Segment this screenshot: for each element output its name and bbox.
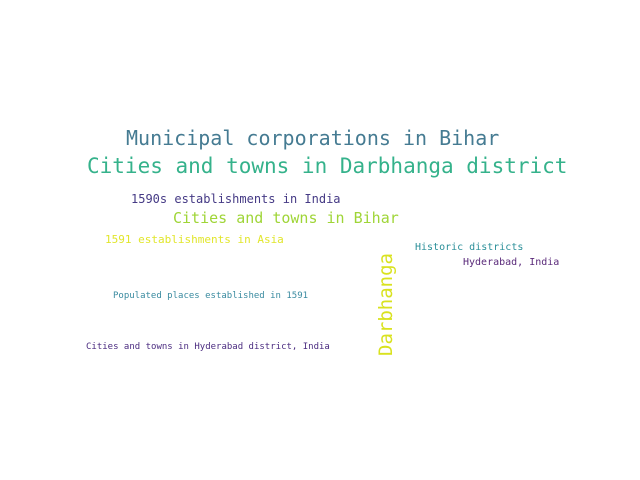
word-historic-districts: Historic districts (415, 242, 524, 253)
word-municipal-corporations-in-bihar: Municipal corporations in Bihar (126, 126, 500, 150)
word-populated-places-established-in-1591: Populated places established in 1591 (113, 291, 309, 301)
word-cities-and-towns-in-bihar: Cities and towns in Bihar (173, 209, 399, 227)
word-cities-and-towns-in-darbhanga-district: Cities and towns in Darbhanga district (87, 154, 568, 178)
word-1590s-establishments-in-india: 1590s establishments in India (131, 192, 341, 206)
word-1591-establishments-in-asia: 1591 establishments in Asia (105, 233, 284, 246)
word-darbhanga: Darbhanga (375, 253, 397, 356)
word-hyderabad-india: Hyderabad, India (463, 257, 560, 268)
word-cities-and-towns-in-hyderabad-district-india: Cities and towns in Hyderabad district, … (86, 342, 330, 352)
word-cloud: Municipal corporations in Bihar Cities a… (0, 0, 640, 480)
